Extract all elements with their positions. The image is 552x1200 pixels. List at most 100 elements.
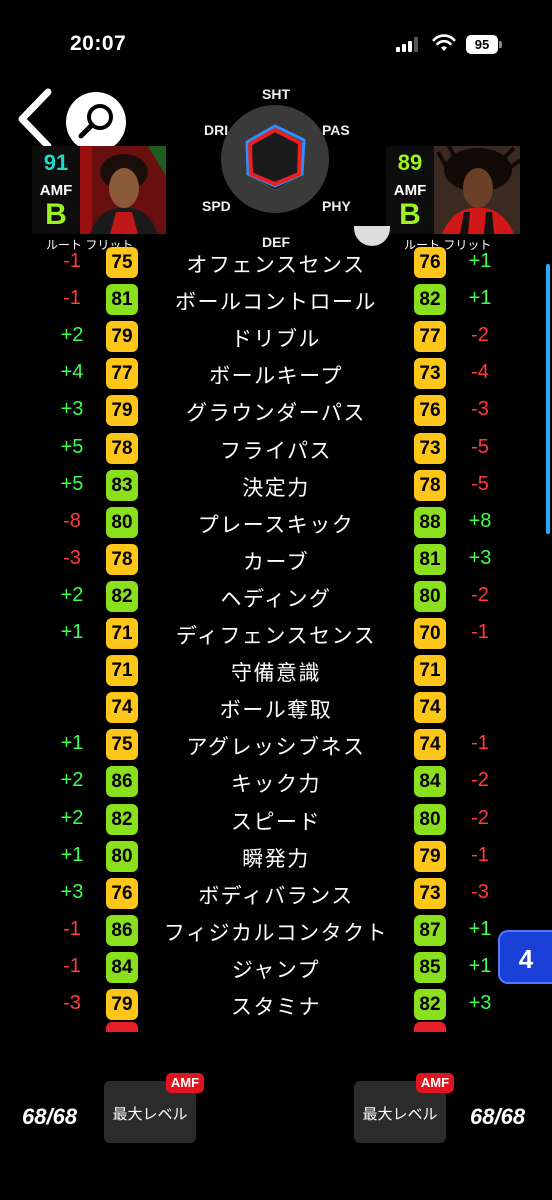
stat-name: アグレッシブネス xyxy=(186,736,366,759)
stat-value-left: 80 xyxy=(106,841,138,872)
stat-diff-right: -3 xyxy=(471,881,489,903)
wifi-icon xyxy=(432,34,456,51)
level-left: 68/68 xyxy=(22,1104,78,1129)
position-tag: AMF xyxy=(166,1073,204,1093)
stat-value-left: 78 xyxy=(106,433,138,464)
stat-value-left: 77 xyxy=(106,358,138,389)
stat-row: 71 守備意識 71 xyxy=(0,652,552,689)
stat-value-right: 82 xyxy=(414,284,446,315)
stat-name: ボール奪取 xyxy=(219,699,333,722)
stat-value-right: 73 xyxy=(414,358,446,389)
stat-row: +1 75 アグレッシブネス 74 -1 xyxy=(0,726,552,763)
stat-value-right: 76 xyxy=(414,247,446,278)
stat-diff-right: -1 xyxy=(471,844,489,866)
stat-value-left: 86 xyxy=(106,915,138,946)
stat-row: +2 82 ヘディング 80 -2 xyxy=(0,578,552,615)
radar-graph xyxy=(221,105,329,213)
stat-diff-right: +1 xyxy=(468,287,492,309)
stat-diff-right: -2 xyxy=(471,769,489,791)
stat-diff-right: +3 xyxy=(468,992,492,1014)
stat-diff-left: +1 xyxy=(60,844,84,866)
stat-value-right: 87 xyxy=(414,915,446,946)
stat-value-left: 75 xyxy=(106,729,138,760)
max-level-label: 最大レベル xyxy=(362,1106,438,1123)
stat-diff-left: +2 xyxy=(60,324,84,346)
stat-row: +2 79 ドリブル 77 -2 xyxy=(0,318,552,355)
stat-diff-right: +1 xyxy=(468,918,492,940)
stat-diff-right: -2 xyxy=(471,324,489,346)
stat-value-left: 75 xyxy=(106,247,138,278)
stat-row: -1 86 フィジカルコンタクト 87 +1 xyxy=(0,912,552,949)
stat-value-right: 74 xyxy=(414,692,446,723)
stat-diff-left: +2 xyxy=(60,584,84,606)
stat-value-left: 71 xyxy=(106,618,138,649)
stat-value-right: 77 xyxy=(414,321,446,352)
max-level-button-left[interactable]: 最大レベル AMF xyxy=(104,1073,204,1143)
stat-row: -1 75 オフェンスセンス 76 +1 xyxy=(0,244,552,281)
stat-value-right: 74 xyxy=(414,729,446,760)
player-card-left[interactable]: 91 AMF B xyxy=(32,146,166,234)
search-button[interactable] xyxy=(66,92,126,152)
stat-name: ドリブル xyxy=(231,328,321,351)
player-rating: 91 xyxy=(43,150,69,175)
stat-value-right: 73 xyxy=(414,433,446,464)
partial-stat-box xyxy=(106,1022,138,1032)
stat-name: ヘディング xyxy=(220,588,332,611)
stat-row: +5 83 決定力 78 -5 xyxy=(0,467,552,504)
stat-diff-left: -8 xyxy=(63,510,81,532)
stat-diff-left: -1 xyxy=(63,918,81,940)
stat-row: -8 80 プレースキック 88 +8 xyxy=(0,504,552,541)
radar-label-sht: SHT xyxy=(262,86,290,102)
stat-diff-left: -1 xyxy=(63,287,81,309)
stat-value-left: 86 xyxy=(106,766,138,797)
page-number-badge[interactable]: 4 xyxy=(498,930,552,984)
stat-diff-left: +3 xyxy=(60,398,84,420)
stat-value-right: 85 xyxy=(414,952,446,983)
level-right: 68/68 xyxy=(470,1104,526,1129)
player-card-right[interactable]: 89 AMF B xyxy=(386,146,520,234)
player-position: AMF xyxy=(39,182,73,199)
stat-row: +5 78 フライパス 73 -5 xyxy=(0,430,552,467)
stat-row: +1 80 瞬発力 79 -1 xyxy=(0,838,552,875)
stat-value-right: 82 xyxy=(414,989,446,1020)
stat-name: 瞬発力 xyxy=(242,848,310,871)
stats-list[interactable]: -1 75 オフェンスセンス 76 +1 -1 81 ボールコントロール 82 +1 +2 79 ドリブ… xyxy=(0,244,552,1030)
stat-name: プレースキック xyxy=(197,514,355,537)
stat-name: グラウンダーパス xyxy=(186,402,366,425)
stat-row: +1 71 ディフェンスセンス 70 -1 xyxy=(0,615,552,652)
player-photo xyxy=(80,146,166,234)
max-level-button-right[interactable]: 最大レベル AMF xyxy=(354,1073,454,1143)
stat-diff-left: +5 xyxy=(60,436,84,458)
stat-name: ボディバランス xyxy=(198,885,354,908)
stat-diff-right: +8 xyxy=(468,510,492,532)
stat-diff-right: +1 xyxy=(468,250,492,272)
stat-diff-right: -5 xyxy=(471,436,489,458)
stat-diff-right: +3 xyxy=(468,547,492,569)
stat-name: ジャンプ xyxy=(231,959,321,982)
scrollbar[interactable] xyxy=(546,264,550,534)
stat-value-left: 80 xyxy=(106,507,138,538)
stat-diff-left: +1 xyxy=(60,621,84,643)
stat-row: -3 79 スタミナ 82 +3 xyxy=(0,986,552,1023)
stat-diff-left: -1 xyxy=(63,955,81,977)
stat-value-left: 84 xyxy=(106,952,138,983)
stat-name: ボールキープ xyxy=(209,365,343,388)
stat-diff-right: -2 xyxy=(471,584,489,606)
stat-value-right: 81 xyxy=(414,544,446,575)
stat-diff-left: +3 xyxy=(60,881,84,903)
stat-diff-left: +2 xyxy=(60,769,84,791)
stat-value-right: 79 xyxy=(414,841,446,872)
stat-value-right: 88 xyxy=(414,507,446,538)
stat-name: ディフェンスセンス xyxy=(175,625,377,648)
stat-row: +2 86 キック力 84 -2 xyxy=(0,763,552,800)
stat-value-left: 79 xyxy=(106,321,138,352)
stat-name: オフェンスセンス xyxy=(186,254,366,277)
stat-row: -1 84 ジャンプ 85 +1 xyxy=(0,949,552,986)
stat-name: フライパス xyxy=(219,440,333,463)
stat-diff-left: +1 xyxy=(60,732,84,754)
stat-row: -1 81 ボールコントロール 82 +1 xyxy=(0,281,552,318)
stat-diff-left: -3 xyxy=(63,547,81,569)
stat-diff-right: -3 xyxy=(471,398,489,420)
back-arrow-icon[interactable] xyxy=(12,86,58,152)
clock: 20:07 xyxy=(70,32,127,55)
